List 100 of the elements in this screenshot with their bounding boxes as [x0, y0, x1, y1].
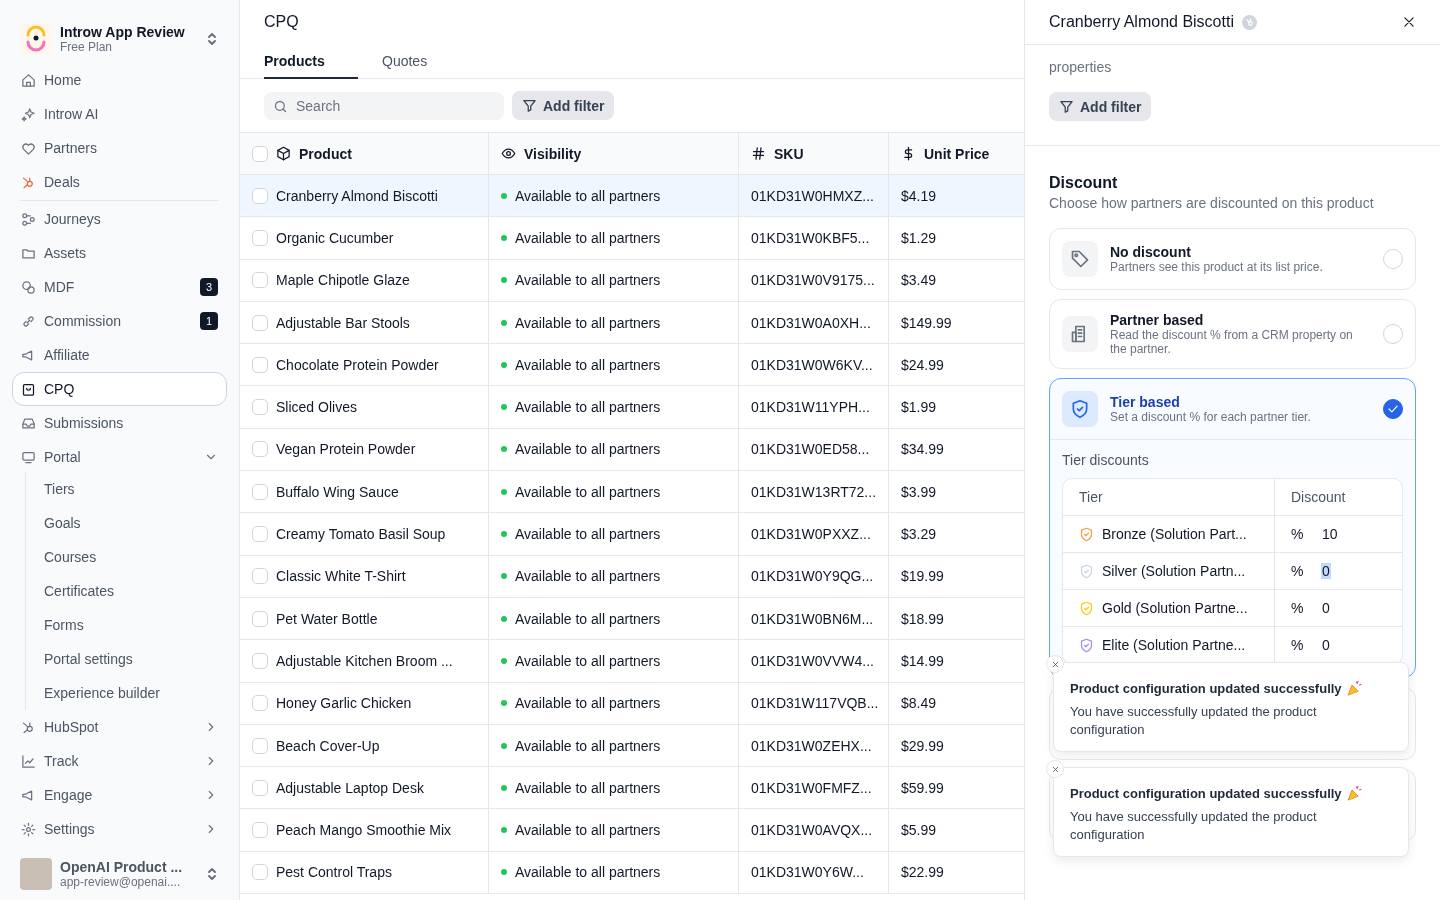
row-checkbox[interactable]	[252, 399, 268, 416]
sidebar-item[interactable]: Deals	[12, 165, 227, 199]
sidebar-item[interactable]: Engage	[12, 778, 227, 812]
row-checkbox[interactable]	[252, 695, 268, 712]
row-checkbox[interactable]	[252, 441, 268, 458]
row-checkbox[interactable]	[252, 652, 268, 669]
table-cell[interactable]: Beach Cover-Up	[240, 724, 489, 768]
option-title: No discount	[1110, 244, 1192, 260]
select-all-checkbox[interactable]	[252, 145, 268, 162]
table-cell[interactable]: Buffalo Wing Sauce	[240, 471, 489, 514]
discount-field[interactable]: % 10	[1275, 516, 1402, 553]
row-checkbox[interactable]	[252, 356, 268, 373]
table-cell[interactable]: Maple Chipotle Glaze	[240, 259, 489, 302]
sidebar-item[interactable]: Affiliate	[12, 338, 227, 372]
row-checkbox[interactable]	[252, 568, 268, 585]
visibility-text: Available to all partners	[515, 229, 661, 246]
toast-title: Product configuration updated successfully	[1070, 680, 1342, 696]
row-checkbox[interactable]	[252, 822, 268, 839]
table-cell[interactable]: Organic Cucumber	[240, 217, 489, 260]
discount-field[interactable]: % 0	[1275, 553, 1402, 590]
table-cell[interactable]: Pest Control Traps	[240, 851, 489, 895]
table-cell[interactable]: Vegan Protein Powder	[240, 428, 489, 472]
sidebar-item[interactable]: Introw AI	[12, 97, 227, 131]
row-checkbox[interactable]	[252, 187, 268, 204]
table-cell[interactable]: Sliced Olives	[240, 386, 489, 429]
sprocket-icon	[21, 719, 36, 735]
sidebar-item[interactable]: Track	[12, 744, 227, 778]
product-name: Pest Control Traps	[276, 864, 392, 881]
table-cell[interactable]: Chocolate Protein Powder	[240, 344, 489, 387]
table-cell[interactable]: Peach Mango Smoothie Mix	[240, 809, 489, 852]
table-cell: $1.99	[889, 386, 1025, 429]
table-cell: $5.99	[889, 809, 1025, 852]
sidebar-item[interactable]: MDF 3	[12, 270, 227, 304]
table-cell: 01KD31W117VQB...	[739, 682, 889, 725]
product-name: Creamy Tomato Basil Soup	[276, 526, 446, 542]
status-dot	[501, 488, 507, 495]
row-checkbox[interactable]	[252, 610, 268, 627]
table-cell[interactable]: Adjustable Bar Stools	[240, 301, 489, 345]
sidebar-item[interactable]: CPQ	[12, 372, 227, 406]
tag-icon	[1070, 249, 1090, 269]
status-dot	[501, 657, 507, 664]
sidebar-item[interactable]: Commission 1	[12, 304, 227, 338]
sidebar-subitem[interactable]: Courses	[32, 540, 239, 574]
row-checkbox[interactable]	[252, 737, 268, 754]
sidebar-subitem[interactable]: Certificates	[32, 574, 239, 608]
hash-icon	[751, 146, 766, 161]
table-cell[interactable]: Classic White T-Shirt	[240, 555, 489, 598]
dismiss-button[interactable]	[1046, 760, 1064, 778]
row-checkbox[interactable]	[252, 314, 268, 331]
row-checkbox[interactable]	[252, 526, 268, 542]
add-filter-button[interactable]: Add filter	[512, 91, 615, 120]
close-button[interactable]	[1402, 15, 1416, 29]
row-checkbox[interactable]	[252, 229, 268, 246]
add-filter-button[interactable]: Add filter	[1049, 92, 1152, 121]
row-checkbox[interactable]	[252, 483, 268, 500]
sidebar-item[interactable]: Settings	[12, 812, 227, 846]
row-checkbox[interactable]	[252, 272, 268, 289]
sidebar-item[interactable]: Journeys	[12, 202, 227, 236]
close-icon	[1050, 659, 1060, 669]
row-checkbox[interactable]	[252, 779, 268, 796]
row-checkbox[interactable]	[252, 864, 268, 881]
table-cell[interactable]: Pet Water Bottle	[240, 597, 489, 641]
section-subtitle: Choose how partners are discounted on this product	[1049, 195, 1375, 211]
sidebar-item[interactable]: Submissions	[12, 406, 227, 440]
tab[interactable]: Products	[264, 44, 358, 79]
sidebar-item[interactable]: Partners	[12, 131, 227, 165]
table-cell[interactable]: Cranberry Almond Biscotti	[240, 175, 489, 218]
home-icon	[21, 72, 36, 88]
sidebar-subitem[interactable]: Goals	[32, 506, 239, 540]
table-cell[interactable]: Adjustable Laptop Desk	[240, 767, 489, 810]
search-field[interactable]: Search	[264, 91, 504, 120]
product-name: Organic Cucumber	[276, 229, 394, 246]
option-card[interactable]: Tier based Set a discount % for each partner tier. Tier discounts Tier Discount Bronze (Solution Part... % 10 Silver (Solution Partn... % 0 Gold (Solution Partne... % 0 Elite (Solution Partne... % 0	[1049, 378, 1416, 678]
visibility-text: Available to all partners	[515, 568, 661, 585]
table-cell: 01KD31W0V9175...	[739, 259, 889, 302]
sidebar-subitem[interactable]: Portal settings	[32, 642, 239, 676]
sidebar-item[interactable]: Home	[12, 63, 227, 97]
option-card[interactable]: No discount Partners see this product at its list price.	[1049, 228, 1416, 290]
sidebar-subitem[interactable]: Tiers	[32, 472, 239, 506]
account-switcher[interactable]	[205, 865, 219, 883]
plan-label: Free Plan	[60, 39, 113, 54]
sidebar-subitem[interactable]: Forms	[32, 608, 239, 642]
table-cell[interactable]: Adjustable Kitchen Broom ...	[240, 640, 489, 683]
visibility-text: Available to all partners	[515, 737, 661, 754]
chevron-updown-icon	[205, 865, 219, 883]
option-card[interactable]: Partner based Read the discount % from a CRM property on the partner.	[1049, 299, 1416, 369]
radio-button[interactable]	[1383, 399, 1403, 419]
tab[interactable]: Quotes	[382, 44, 476, 79]
sidebar-subitem[interactable]: Experience builder	[32, 676, 239, 710]
discount-field[interactable]: % 0	[1275, 590, 1402, 627]
tier-name: Silver (Solution Partn...	[1102, 563, 1246, 579]
table-cell[interactable]: Creamy Tomato Basil Soup	[240, 513, 489, 556]
sidebar-item[interactable]: HubSpot	[12, 710, 227, 744]
discount-value: 10	[1321, 526, 1339, 542]
column-title: SKU	[774, 145, 804, 162]
sidebar-item[interactable]: Assets	[12, 236, 227, 270]
table-cell: 01KD31W0KBF5...	[739, 217, 889, 260]
table-cell[interactable]: Honey Garlic Chicken	[240, 682, 489, 725]
dismiss-button[interactable]	[1046, 655, 1064, 673]
sidebar-item[interactable]: Portal	[12, 440, 227, 474]
